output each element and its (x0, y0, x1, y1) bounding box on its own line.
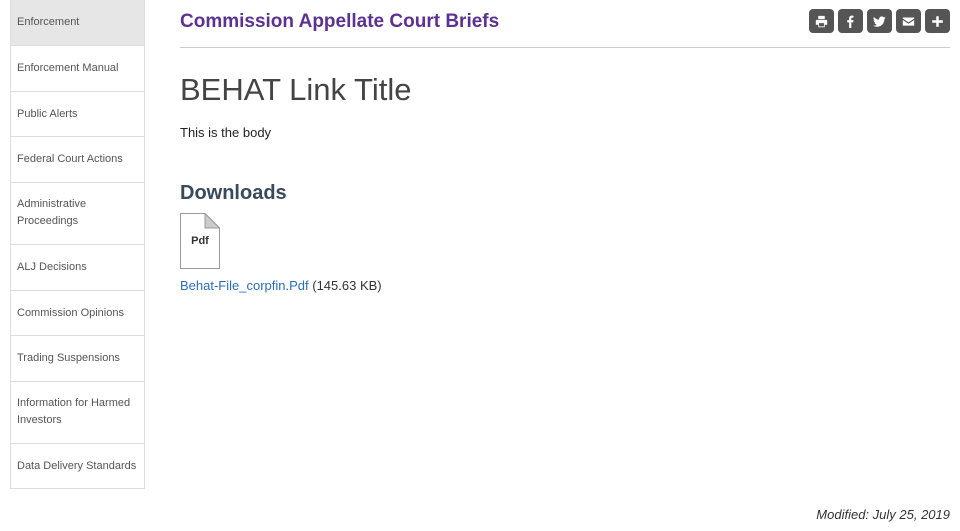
print-icon (815, 15, 828, 27)
print-button[interactable] (809, 9, 834, 33)
file-size: (145.63 KB) (312, 278, 382, 293)
sidebar-item-enforcement[interactable]: Enforcement (11, 0, 144, 45)
sidebar-item-data-delivery-standards[interactable]: Data Delivery Standards (11, 443, 144, 488)
facebook-share-button[interactable] (838, 9, 863, 33)
body-text: This is the body (180, 125, 272, 140)
sidebar-item-administrative-proceedings[interactable]: Administrative Proceedings (11, 182, 144, 244)
file-type-label: Pdf (191, 235, 209, 247)
file-download-row: Behat-File_corpfin.Pdf (145.63 KB) (180, 278, 382, 294)
facebook-icon (847, 15, 854, 28)
sidebar-nav: Enforcement Enforcement Manual Public Al… (10, 0, 145, 489)
sidebar-item-commission-opinions[interactable]: Commission Opinions (11, 290, 144, 335)
sidebar-item-enforcement-manual[interactable]: Enforcement Manual (11, 45, 144, 91)
modified-date: Modified: July 25, 2019 (816, 507, 950, 522)
pdf-file-icon[interactable]: Pdf (180, 213, 220, 269)
link-title: BEHAT Link Title (180, 72, 412, 107)
more-share-button[interactable] (925, 9, 950, 33)
email-icon (902, 16, 915, 26)
share-toolbar (809, 9, 950, 33)
sidebar-item-trading-suspensions[interactable]: Trading Suspensions (11, 335, 144, 381)
sidebar-item-information-for-harmed-investors[interactable]: Information for Harmed Investors (11, 381, 144, 443)
page-title: Commission Appellate Court Briefs (180, 11, 500, 32)
plus-icon (932, 15, 943, 27)
sidebar-item-alj-decisions[interactable]: ALJ Decisions (11, 244, 144, 290)
downloads-heading: Downloads (180, 182, 287, 204)
email-share-button[interactable] (896, 9, 921, 33)
main-content: Commission Appellate Court Briefs BEHAT … (180, 0, 950, 531)
twitter-share-button[interactable] (867, 9, 892, 33)
file-download-link[interactable]: Behat-File_corpfin.Pdf (180, 278, 309, 293)
sidebar-item-public-alerts[interactable]: Public Alerts (11, 91, 144, 136)
twitter-icon (873, 15, 886, 27)
sidebar-item-federal-court-actions[interactable]: Federal Court Actions (11, 136, 144, 182)
page-header: Commission Appellate Court Briefs (180, 0, 950, 48)
